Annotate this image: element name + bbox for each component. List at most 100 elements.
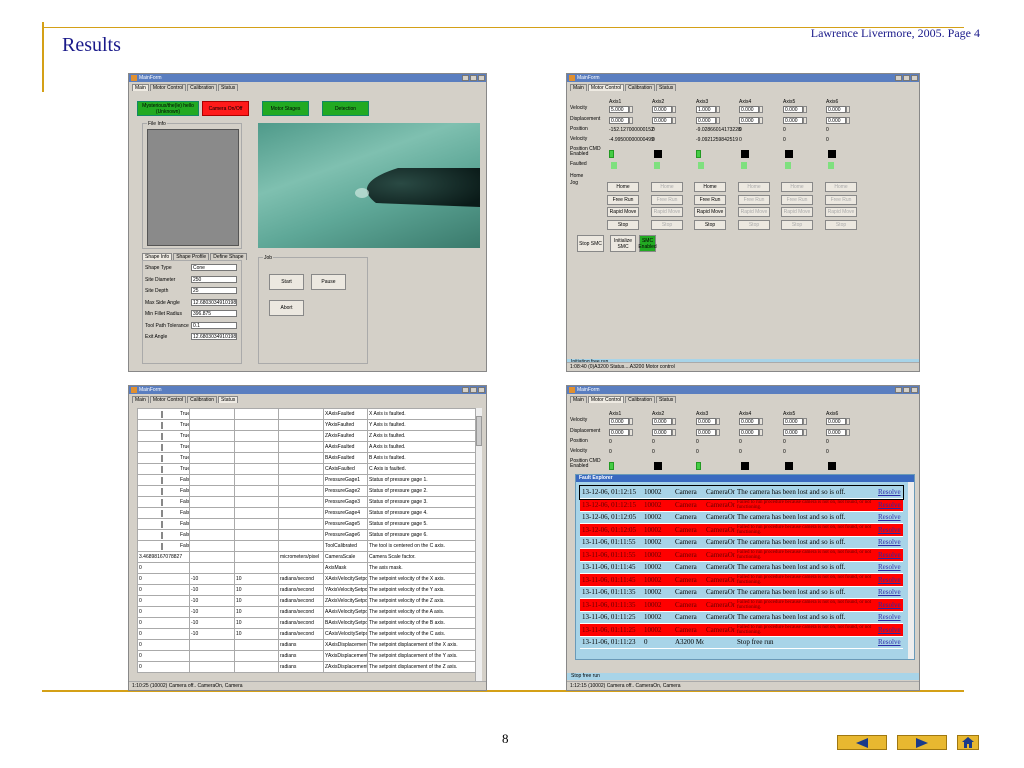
tab-calibration[interactable]: Calibration [187,84,218,91]
table-cell[interactable]: 0 [137,639,190,651]
spin-arrows-icon[interactable] [629,106,633,113]
grid-scrollbar[interactable] [475,408,482,681]
spin-arrows-icon[interactable] [846,429,850,436]
maximize-icon[interactable] [470,387,477,393]
initialize-smc-button[interactable]: Initialize SMC [610,235,636,252]
displacement-input[interactable]: 0.000 [696,117,716,124]
spin-arrows-icon[interactable] [803,429,807,436]
free-run-button[interactable]: Free Run [607,195,639,205]
spin-arrows-icon[interactable] [672,117,676,124]
toggle-icon[interactable] [161,542,163,550]
table-cell[interactable]: True [137,452,190,464]
tab-status[interactable]: Status [656,84,677,91]
displacement-input[interactable]: 0.000 [783,117,803,124]
spin-arrows-icon[interactable] [846,117,850,124]
field-input[interactable]: 0.1 [191,321,237,329]
tab-shape-info[interactable]: Shape Info [142,253,173,260]
tab-status[interactable]: Status [218,396,239,403]
table-cell[interactable]: True [137,408,190,420]
resolve-link[interactable]: Resolve [876,486,903,499]
free-run-button[interactable]: Free Run [694,195,726,205]
displacement-input[interactable]: 0.000 [609,117,629,124]
table-cell[interactable]: False [137,474,190,486]
toggle-icon[interactable] [161,443,163,451]
toggle-icon[interactable] [161,476,163,484]
resolve-link[interactable]: Resolve [876,561,903,574]
fault-row[interactable]: 13-12-06, 01:12:15 10002 Camera CameraOn Fai… [580,498,903,512]
maximize-icon[interactable] [903,75,910,81]
table-cell[interactable]: 3.46898167078827 [137,551,190,563]
spin-arrows-icon[interactable] [846,106,850,113]
home-button[interactable]: Home [694,182,726,192]
spin-arrows-icon[interactable] [716,117,720,124]
table-cell[interactable]: 0 [137,584,190,596]
tab-calibration[interactable]: Calibration [625,84,656,91]
toggle-icon[interactable] [161,465,163,473]
fault-row[interactable]: 13-11-06, 01:11:25 10002 Camera CameraOn The… [580,611,903,624]
displacement-input[interactable]: 0.000 [826,429,846,436]
velocity-input[interactable]: 0.000 [826,106,846,113]
toggle-icon[interactable] [161,432,163,440]
tab-main[interactable]: Main [132,396,149,403]
table-cell[interactable]: True [137,430,190,442]
toggle-icon[interactable] [161,509,163,517]
tab-status[interactable]: Status [218,84,239,91]
toggle-icon[interactable] [161,498,163,506]
displacement-input[interactable]: 0.000 [739,117,759,124]
fault-row[interactable]: 13-11-06, 01:11:35 10002 Camera CameraOn Fai… [580,598,903,612]
stop-smc-button[interactable]: Stop SMC [577,235,604,252]
detection-button[interactable]: Detection [322,101,369,116]
close-icon[interactable] [478,387,485,393]
window-controls[interactable] [462,387,485,393]
velocity-input[interactable]: 0.000 [826,418,846,425]
tab-calibration[interactable]: Calibration [187,396,218,403]
displacement-input[interactable]: 0.000 [696,429,716,436]
spin-arrows-icon[interactable] [759,117,763,124]
toggle-icon[interactable] [161,421,163,429]
home-button[interactable] [957,735,979,750]
table-cell[interactable]: 0 [137,617,190,629]
tab-motor-control[interactable]: Motor Control [149,84,187,91]
table-cell[interactable]: False [137,518,190,530]
spin-arrows-icon[interactable] [759,429,763,436]
velocity-input[interactable]: 0.000 [609,418,629,425]
tab-main[interactable]: Main [570,84,587,91]
resolve-link[interactable]: Resolve [876,636,903,649]
displacement-input[interactable]: 0.000 [652,117,672,124]
table-cell[interactable]: False [137,529,190,541]
field-input[interactable]: 25 [191,287,237,294]
minimize-icon[interactable] [462,75,469,81]
spin-arrows-icon[interactable] [803,418,807,425]
resolve-link[interactable]: Resolve [876,623,903,637]
fault-row[interactable]: 13-11-06, 01:11:55 10002 Camera CameraOn Fai… [580,548,903,562]
toggle-icon[interactable] [161,520,163,528]
close-icon[interactable] [478,75,485,81]
tab-motor-control[interactable]: Motor Control [149,396,187,403]
fault-row[interactable]: 13-11-06, 01:11:55 10002 Camera CameraOn The… [580,536,903,549]
field-input[interactable]: 396.875 [191,310,237,317]
fault-row[interactable]: 13-11-06, 01:11:45 10002 Camera CameraOn Fai… [580,573,903,587]
fault-row[interactable]: 13-12-06, 01:12:05 10002 Camera CameraOn The… [580,511,903,524]
toggle-icon[interactable] [161,454,163,462]
abort-button[interactable]: Abort [269,300,304,316]
next-slide-button[interactable] [897,735,947,750]
camera-toggle-button[interactable]: Camera On/Off [202,101,249,116]
toggle-icon[interactable] [161,410,163,418]
window-controls[interactable] [462,75,485,81]
spin-arrows-icon[interactable] [629,418,633,425]
table-cell[interactable]: 0 [137,562,190,574]
displacement-input[interactable]: 0.000 [826,117,846,124]
velocity-input[interactable]: 0.000 [739,418,759,425]
velocity-input[interactable]: 0.000 [783,418,803,425]
fault-row[interactable]: 13-11-06, 01:11:25 10002 Camera CameraOn Fai… [580,623,903,637]
pause-button[interactable]: Pause [311,274,346,290]
velocity-input[interactable]: 0.000 [739,106,759,113]
displacement-input[interactable]: 0.000 [739,429,759,436]
resolve-link[interactable]: Resolve [876,536,903,549]
fault-row[interactable]: 13-11-06, 01:11:230A3200 Motor Stop free … [580,636,903,649]
spin-arrows-icon[interactable] [716,106,720,113]
window-controls[interactable] [895,75,918,81]
minimize-icon[interactable] [895,387,902,393]
fault-row[interactable]: 13-12-06, 01:12:05 10002 Camera CameraOn Fai… [580,523,903,537]
prev-slide-button[interactable] [837,735,887,750]
